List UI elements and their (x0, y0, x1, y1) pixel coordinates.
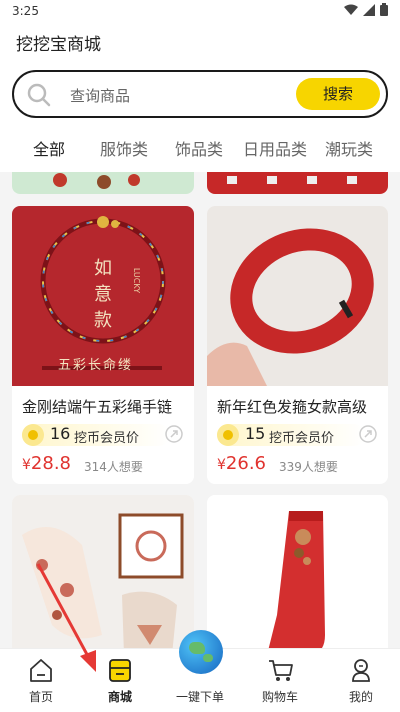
tab-trendy-toys[interactable]: 潮玩类 (325, 136, 373, 160)
wants-count: 339人想要 (279, 460, 338, 474)
status-icons (344, 3, 388, 16)
nav-home[interactable]: 首页 (6, 649, 76, 712)
product-image (12, 495, 194, 648)
home-icon (30, 659, 52, 682)
nav-label: 我的 (348, 690, 373, 704)
member-price-label: 挖币会员价 (74, 431, 140, 446)
product-name: 新年红色发箍女款高级 (217, 398, 368, 416)
store-icon (109, 659, 131, 682)
product-price: ¥28.8 (22, 453, 71, 474)
price-value: 28.8 (30, 453, 71, 474)
battery-icon (380, 3, 388, 16)
product-card[interactable] (12, 495, 194, 648)
nav-cart[interactable]: 购物车 (245, 649, 315, 712)
price-value: 26.6 (225, 453, 266, 474)
share-icon[interactable] (358, 424, 378, 444)
coin-amount: 15 (245, 424, 266, 443)
currency-symbol: ¥ (22, 457, 31, 473)
product-card[interactable] (207, 495, 388, 648)
tab-daily-goods[interactable]: 日用品类 (243, 136, 307, 160)
coin-icon (217, 424, 239, 446)
globe-icon[interactable] (179, 630, 223, 674)
status-bar: 3:25 (0, 0, 400, 24)
profile-icon (352, 659, 370, 682)
product-image (207, 172, 388, 194)
wants-count: 314人想要 (84, 460, 143, 474)
member-price: 15 挖币会员价 (217, 424, 365, 446)
nav-store[interactable]: 商城 (85, 649, 155, 712)
product-card-partial[interactable] (12, 172, 194, 194)
signal-icon (363, 3, 375, 16)
tab-label: 服饰类 (100, 140, 149, 159)
product-price: ¥26.6 (217, 453, 266, 474)
bracelet-title-text: 如 意 款 (94, 258, 112, 331)
status-time: 3:25 (12, 4, 39, 18)
tab-all[interactable]: 全部 (31, 136, 68, 162)
product-feed[interactable]: 如 意 款 LUCKY 五彩长命缕 金刚结端午五彩绳手链 16 挖币会员价 ¥2… (0, 172, 400, 648)
tab-clothing[interactable]: 服饰类 (100, 136, 148, 160)
nav-label: 首页 (28, 690, 53, 704)
coin-icon (22, 424, 44, 446)
member-price-label: 挖币会员价 (269, 431, 335, 446)
app-title: 挖挖宝商城 (16, 35, 101, 55)
member-price: 16 挖币会员价 (22, 424, 170, 446)
search-bar[interactable]: 查询商品 搜索 (12, 70, 388, 118)
search-button[interactable]: 搜索 (296, 78, 380, 110)
nav-profile[interactable]: 我的 (326, 649, 396, 712)
tab-label: 潮玩类 (325, 140, 374, 159)
product-image (207, 495, 388, 648)
category-tabs: 全部 服饰类 饰品类 日用品类 潮玩类 (0, 132, 400, 164)
tab-label: 日用品类 (243, 140, 308, 159)
product-image (12, 172, 194, 194)
nav-label: 购物车 (261, 690, 298, 704)
search-icon (27, 83, 51, 107)
tab-label: 全部 (33, 140, 66, 159)
nav-label: 商城 (107, 690, 132, 704)
product-name: 金刚结端午五彩绳手链 (22, 398, 173, 416)
tab-accessories[interactable]: 饰品类 (175, 136, 223, 160)
cart-icon (269, 660, 293, 681)
bracelet-caption-text: 五彩长命缕 (58, 358, 134, 373)
product-card[interactable]: 如 意 款 LUCKY 五彩长命缕 金刚结端午五彩绳手链 16 挖币会员价 ¥2… (12, 206, 194, 484)
currency-symbol: ¥ (217, 457, 226, 473)
search-input[interactable]: 查询商品 (70, 85, 130, 106)
product-card-partial[interactable] (207, 172, 388, 194)
share-icon[interactable] (164, 424, 184, 444)
nav-label: 一键下单 (175, 690, 224, 704)
tab-label: 饰品类 (175, 140, 224, 159)
coin-amount: 16 (50, 424, 71, 443)
product-image (207, 206, 388, 386)
wifi-icon (344, 4, 358, 15)
bracelet-lucky-text: LUCKY (132, 267, 142, 294)
product-card[interactable]: 新年红色发箍女款高级 15 挖币会员价 ¥26.6 339人想要 (207, 206, 388, 484)
